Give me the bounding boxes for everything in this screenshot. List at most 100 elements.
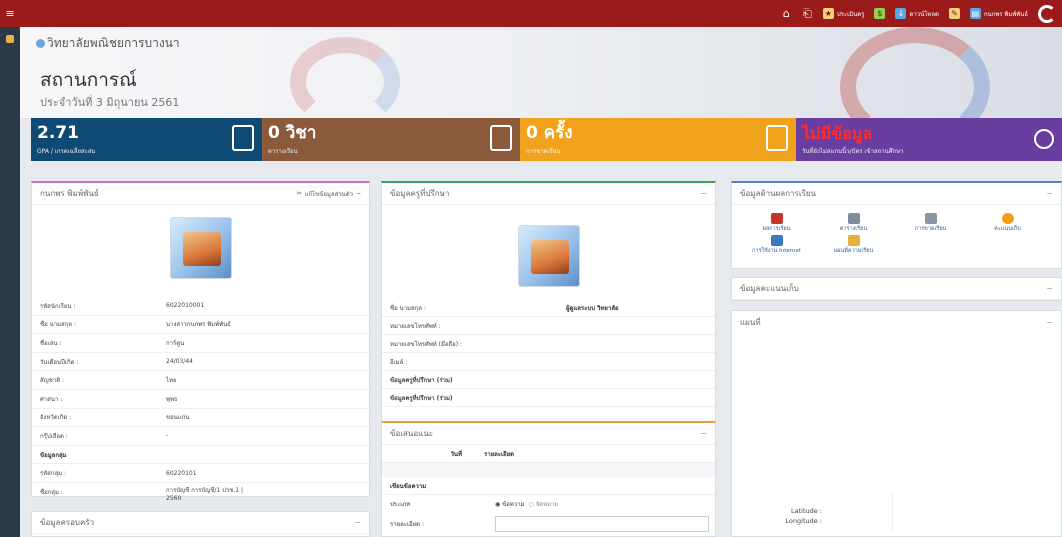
collapse-icon[interactable]: − bbox=[700, 429, 707, 438]
list-item: ชื่อเล่น : การ์ตูน bbox=[32, 334, 369, 353]
subjects-tile[interactable]: 0 วิชา ตารางเรียน bbox=[262, 118, 520, 161]
tools-icon: ✂ bbox=[296, 190, 302, 197]
map-icon bbox=[847, 235, 860, 246]
advisor-panel: ข้อมูลครูที่ปรึกษา − ชื่อ นามสกุล : ผู้ดู… bbox=[381, 181, 716, 424]
longitude-label: Longitude : bbox=[785, 517, 822, 525]
grade-report-icon bbox=[232, 125, 254, 151]
list-item: ชื่อ นามสกุล : นางสาวกนกพร พิมพ์พันธ์ bbox=[32, 316, 369, 335]
user-menu[interactable]: ▤ กนกพร พิมพ์พันธ์ bbox=[969, 8, 1028, 19]
fingerprint-icon bbox=[1034, 129, 1054, 149]
study-map-shortcut[interactable]: แผนที่ความเรียน bbox=[815, 235, 892, 257]
map-panel-title: แผนที่ bbox=[740, 317, 761, 327]
collapse-icon[interactable]: − bbox=[1046, 189, 1053, 198]
calendar-icon bbox=[490, 125, 512, 151]
list-item: วันเดือนปีเกิด :24/03/44 bbox=[32, 353, 369, 372]
suggestion-panel: ข้อเสนอแนะ − วันที่ รายละเอียด เขียนข้อค… bbox=[381, 421, 716, 537]
message-type-radio-letter[interactable]: ○ จัดหมาย bbox=[529, 499, 558, 509]
absence-label: การขาดเรียน bbox=[526, 148, 561, 155]
grades-shortcut[interactable]: ผลการเรียน bbox=[738, 213, 815, 235]
results-panel: ข้อมูลด้านผลการเรียน − ผลการเรียน ตารางเ… bbox=[731, 181, 1062, 269]
absence-tile[interactable]: 0 ครั้ง การขาดเรียน bbox=[520, 118, 796, 161]
list-item: หมายเลขโทรศัพท์ (มือถือ) : bbox=[382, 335, 715, 353]
student-panel-title: กนกพร พิมพ์พันธ์ bbox=[40, 189, 99, 198]
subjects-value: 0 วิชา bbox=[268, 123, 317, 143]
collapse-icon[interactable]: − bbox=[356, 190, 361, 197]
clipboard-icon bbox=[766, 125, 788, 151]
evaluate-icon: ★ bbox=[822, 8, 834, 19]
collapse-icon[interactable]: − bbox=[1046, 318, 1053, 327]
map-panel-header: แผนที่ − bbox=[732, 311, 1061, 333]
scores-shortcut[interactable]: คะแนนเก็บ bbox=[969, 213, 1046, 235]
list-item: หมายเลขโทรศัพท์ : bbox=[382, 317, 715, 335]
app-logo-icon bbox=[1038, 4, 1056, 23]
edit-profile-button[interactable]: ✂ แก้ไขข้อมูลส่วนตัว − bbox=[297, 189, 361, 199]
side-rail-toggle-icon[interactable] bbox=[6, 35, 14, 43]
gpa-tile[interactable]: 2.71 GPA / เกรดเฉลี่ยสะสม bbox=[31, 118, 262, 161]
collapse-icon[interactable]: − bbox=[700, 189, 707, 198]
advisor-panel-title: ข้อมูลครูที่ปรึกษา bbox=[390, 189, 450, 198]
timetable-shortcut[interactable]: ตารางเรียน bbox=[815, 213, 892, 235]
download-link[interactable]: ↓ ดาวน์โหลด bbox=[895, 8, 939, 19]
logout-icon: ⎗ bbox=[802, 7, 812, 20]
student-panel: กนกพร พิมพ์พันธ์ ✂ แก้ไขข้อมูลส่วนตัว − … bbox=[31, 181, 370, 513]
student-photo bbox=[169, 217, 232, 279]
evaluate-teacher-link[interactable]: ★ ประเมินครู bbox=[822, 8, 864, 19]
table-icon bbox=[847, 213, 860, 224]
suggestion-panel-header: ข้อเสนอแนะ − bbox=[382, 423, 715, 445]
list-item: ชื่อ นามสกุล : ผู้ดูแลระบบ วิทยาลัย bbox=[382, 299, 715, 317]
detail-row: รายละเอียด : bbox=[382, 513, 715, 535]
results-panel-header: ข้อมูลด้านผลการเรียน − bbox=[732, 183, 1061, 205]
header-decoration bbox=[290, 37, 400, 127]
user-card-icon: ▤ bbox=[969, 8, 981, 19]
money-icon: $ bbox=[874, 8, 886, 19]
internet-usage-shortcut[interactable]: การใช้งาน Internet bbox=[738, 235, 815, 257]
list-item: รหัสนักเรียน :6022010001 bbox=[32, 297, 369, 316]
list-item: ศาสนา : พุทธ bbox=[32, 390, 369, 409]
scan-value: ไม่มีข้อมูล bbox=[802, 124, 873, 143]
page-title: สถานการณ์ bbox=[40, 69, 137, 91]
family-panel: ข้อมูลครอบครัว − bbox=[31, 511, 370, 537]
calendar-alert-icon bbox=[924, 213, 937, 224]
write-message-heading: เขียนข้อความ bbox=[382, 477, 715, 495]
pencil-icon: ✎ bbox=[948, 8, 960, 19]
list-item: ข้อมูลครูที่ปรึกษา (ร่วม) bbox=[382, 389, 715, 407]
money-button[interactable]: $ bbox=[874, 8, 886, 19]
results-shortcuts: ผลการเรียน ตารางเรียน การขาดเรียน คะแนนเ… bbox=[732, 205, 1061, 257]
absence-value: 0 ครั้ง bbox=[526, 123, 573, 143]
detail-input[interactable] bbox=[495, 516, 709, 532]
collapse-icon[interactable]: − bbox=[1046, 284, 1053, 293]
list-item: ข้อมูลกลุ่ม bbox=[32, 446, 369, 465]
pencil-button[interactable]: ✎ bbox=[948, 8, 960, 19]
list-item: จังหวัดเกิด : ขอนแก่น bbox=[32, 409, 369, 428]
suggestion-table-header: วันที่ รายละเอียด bbox=[382, 445, 715, 463]
scores-panel-header: ข้อมูลคะแนนเก็บ − bbox=[732, 278, 1061, 300]
list-item: อีเมล์ : bbox=[382, 353, 715, 371]
list-item: ข้อมูลครูที่ปรึกษา (ร่วม) bbox=[382, 371, 715, 389]
collapse-icon[interactable]: − bbox=[354, 518, 361, 527]
top-toolbar: ⌂ ⎗ ★ ประเมินครู $ ↓ ดาวน์โหลด ✎ ▤ กนกพร… bbox=[781, 4, 1062, 23]
gpa-value: 2.71 bbox=[37, 123, 79, 143]
logout-button[interactable]: ⎗ bbox=[802, 8, 813, 19]
side-rail bbox=[0, 27, 20, 537]
absence-shortcut[interactable]: การขาดเรียน bbox=[892, 213, 969, 235]
suggestion-panel-title: ข้อเสนอแนะ bbox=[390, 429, 434, 438]
list-item: รหัสกลุ่ม :60220101 bbox=[32, 464, 369, 483]
scores-panel: ข้อมูลคะแนนเก็บ − bbox=[731, 277, 1062, 301]
scores-panel-title: ข้อมูลคะแนนเก็บ bbox=[740, 284, 799, 293]
list-item: กรุ๊ปเลือด :- bbox=[32, 427, 369, 446]
message-type-radio-text[interactable]: ◉ ข้อความ bbox=[495, 499, 525, 509]
page-date: ประจำวันที่ 3 มิถุนายน 2561 bbox=[40, 96, 180, 109]
gpa-label: GPA / เกรดเฉลี่ยสะสม bbox=[37, 148, 96, 155]
scan-tile[interactable]: ไม่มีข้อมูล วันที่ยังไม่สแกนนิ้ว/บัตร เข… bbox=[796, 118, 1062, 161]
home-button[interactable]: ⌂ bbox=[781, 8, 792, 19]
home-icon: ⌂ bbox=[782, 7, 790, 20]
school-name: วิทยาลัยพณิชยการบางนา bbox=[36, 34, 180, 53]
map-panel: แผนที่ − Latitude : Longitude : bbox=[731, 310, 1062, 537]
student-info-list: รหัสนักเรียน :6022010001 ชื่อ นามสกุล :น… bbox=[32, 297, 369, 513]
stat-tiles: 2.71 GPA / เกรดเฉลี่ยสะสม 0 วิชา ตารางเร… bbox=[31, 118, 1062, 161]
monitor-icon bbox=[770, 235, 783, 246]
piggy-bank-icon bbox=[1001, 213, 1014, 224]
page-header: วิทยาลัยพณิชยการบางนา สถานการณ์ ประจำวัน… bbox=[20, 27, 1062, 147]
advisor-panel-header: ข้อมูลครูที่ปรึกษา − bbox=[382, 183, 715, 205]
menu-toggle-icon[interactable]: ≡ bbox=[0, 7, 20, 20]
